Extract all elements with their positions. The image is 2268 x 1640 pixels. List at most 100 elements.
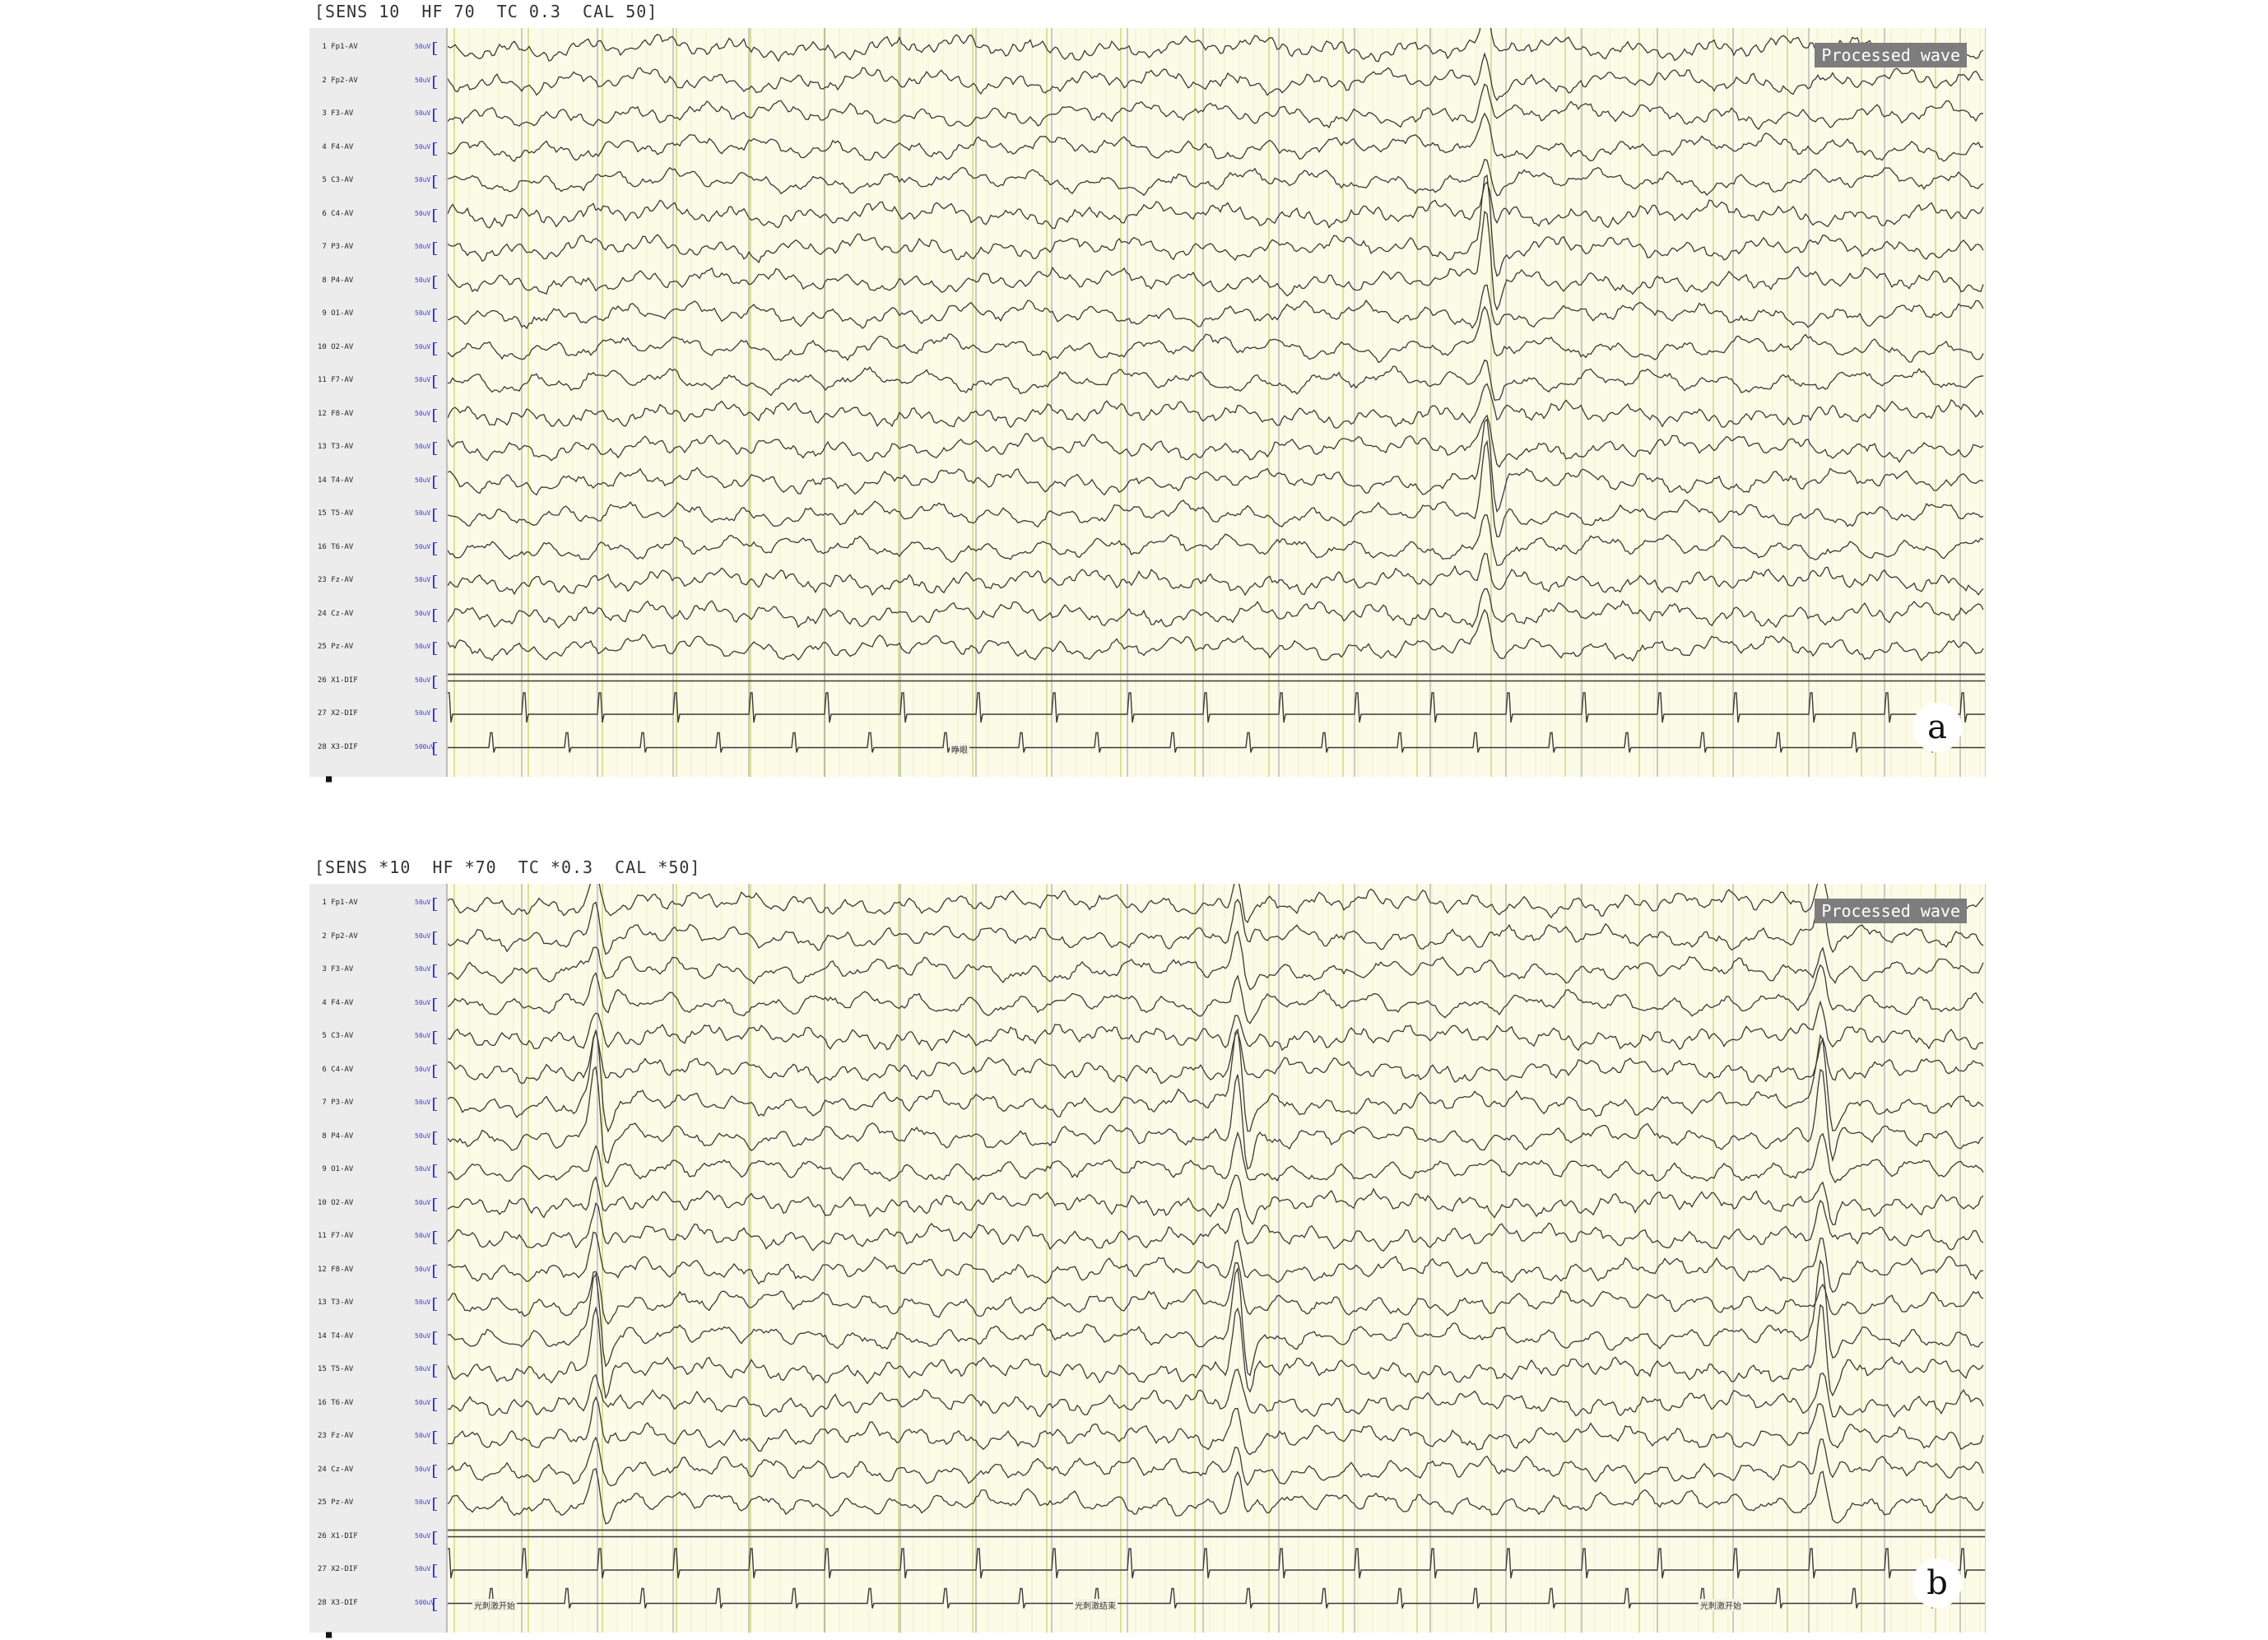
channel-sensitivity: 50uV xyxy=(415,309,431,317)
channel-sensitivity: 50uV xyxy=(415,998,431,1006)
channel-sensitivity: 50uV xyxy=(415,1065,431,1073)
calibration-bracket xyxy=(433,642,437,655)
calibration-bracket xyxy=(433,608,437,622)
channel-label: 12 F8-AV xyxy=(318,409,354,418)
channel-sensitivity: 50uV xyxy=(415,676,431,684)
calibration-bracket xyxy=(433,1164,437,1178)
channel-sensitivity: 50uV xyxy=(415,1331,431,1340)
channel-sensitivity: 50uV xyxy=(415,1131,431,1140)
channel-sensitivity: 50uV xyxy=(415,1265,431,1273)
eeg-trace xyxy=(448,608,1984,662)
eeg-trace xyxy=(448,930,1984,991)
calibration-bracket xyxy=(433,1031,437,1044)
eeg-panel-b: [SENS *10 HF *70 TC *0.3 CAL *50] 1 Fp1-… xyxy=(309,856,1990,1640)
channel-label: 28 X3-DIF xyxy=(318,1598,358,1607)
channel-label: 13 T3-AV xyxy=(318,1299,354,1307)
channel-sensitivity: 50uV xyxy=(415,43,431,50)
calibration-bracket xyxy=(433,1131,437,1145)
calibration-bracket xyxy=(433,1098,437,1111)
calibration-bracket xyxy=(433,375,437,388)
channel-label: 6 C4-AV xyxy=(318,1065,354,1074)
channel-label: 11 F7-AV xyxy=(318,376,354,384)
channel-label: 7 P3-AV xyxy=(318,1099,354,1107)
calibration-bracket xyxy=(433,931,437,945)
calibration-bracket xyxy=(433,1364,437,1378)
channel-label: 12 F8-AV xyxy=(318,1265,354,1274)
eeg-trace xyxy=(448,514,1984,566)
channel-label: 10 O2-AV xyxy=(318,1198,354,1207)
calibration-bracket xyxy=(433,109,437,122)
eeg-trace xyxy=(448,284,1984,330)
channel-label: 25 Pz-AV xyxy=(318,643,354,651)
calibration-bracket xyxy=(433,1331,437,1345)
eeg-trace xyxy=(448,1259,1984,1377)
channel-sensitivity: 50uV xyxy=(415,476,431,484)
ecg-trace xyxy=(448,1587,1985,1609)
calibration-bracket xyxy=(433,964,437,978)
eeg-trace xyxy=(448,588,1984,629)
channel-label: 28 X3-DIF xyxy=(318,742,358,751)
channel-sensitivity: 50uV xyxy=(415,409,431,417)
channel-sensitivity: 50uV xyxy=(415,209,431,217)
event-annotation: 光刺激结束 xyxy=(1073,1598,1118,1611)
channel-label: 23 Fz-AV xyxy=(318,576,354,584)
channel-label: 1 Fp1-AV xyxy=(318,43,358,51)
eeg-trace xyxy=(448,1028,1984,1133)
channel-label: 5 C3-AV xyxy=(318,1032,354,1040)
channel-label: 3 F3-AV xyxy=(318,965,354,973)
calibration-bracket xyxy=(433,1564,437,1577)
settings-readout: [SENS *10 HF *70 TC *0.3 CAL *50] xyxy=(314,857,701,877)
eeg-waveforms xyxy=(448,884,1985,1633)
calibration-bracket xyxy=(433,741,437,755)
processed-wave-badge: Processed wave xyxy=(1815,43,1967,67)
calibration-bracket xyxy=(433,242,437,255)
calibration-bracket xyxy=(433,1197,437,1211)
channel-sensitivity: 50uV xyxy=(415,899,431,906)
channel-label: 9 O1-AV xyxy=(318,1165,354,1173)
channel-label: 13 T3-AV xyxy=(318,443,354,451)
channel-label: 14 T4-AV xyxy=(318,1331,354,1340)
channel-label: 16 T6-AV xyxy=(318,1398,354,1407)
channel-sensitivity: 50uV xyxy=(415,1498,431,1506)
channel-sensitivity: 50uV xyxy=(415,1565,431,1573)
aux-trace xyxy=(448,1548,1985,1579)
calibration-bracket xyxy=(433,208,437,222)
calibration-bracket xyxy=(433,341,437,355)
settings-readout: [SENS 10 HF 70 TC 0.3 CAL 50] xyxy=(314,2,658,21)
channel-sensitivity: 50uV xyxy=(415,1198,431,1206)
channel-label: 27 X2-DIF xyxy=(318,709,358,718)
waveform-area[interactable]: Processed wave a 睁眼 xyxy=(448,28,1986,777)
channel-sensitivity: 50uV xyxy=(415,76,431,84)
channel-label: 11 F7-AV xyxy=(318,1232,354,1240)
end-marker: ■ xyxy=(326,1628,332,1640)
calibration-bracket xyxy=(433,175,437,188)
channel-label: 7 P3-AV xyxy=(318,243,354,251)
waveform-area[interactable]: Processed wave b 光刺激开始 光刺激结束 光刺激开始 xyxy=(448,884,1986,1633)
channel-label: 1 Fp1-AV xyxy=(318,899,358,907)
end-marker: ■ xyxy=(326,773,332,784)
channel-sensitivity: 50uV xyxy=(415,1398,431,1406)
channel-sensitivity: 50uV xyxy=(415,1531,431,1540)
channel-label: 10 O2-AV xyxy=(318,342,354,351)
eeg-trace xyxy=(448,1174,1984,1225)
channel-label: 26 X1-DIF xyxy=(318,676,358,685)
calibration-bracket xyxy=(433,1531,437,1545)
ecg-trace xyxy=(448,732,1985,753)
channel-label: 9 O1-AV xyxy=(318,309,354,318)
channel-sensitivity: 50uV xyxy=(415,709,431,717)
channel-label: 23 Fz-AV xyxy=(318,1432,354,1440)
eeg-trace xyxy=(448,964,1984,1024)
calibration-bracket xyxy=(433,997,437,1011)
calibration-bracket xyxy=(433,142,437,156)
event-annotation: 光刺激开始 xyxy=(472,1598,517,1611)
channel-label: 4 F4-AV xyxy=(318,142,354,151)
calibration-bracket xyxy=(433,541,437,555)
eeg-trace xyxy=(448,1131,1984,1187)
channel-sensitivity: 50uV xyxy=(415,576,431,583)
calibration-bracket xyxy=(433,408,437,422)
eeg-trace xyxy=(448,418,1984,513)
channel-label: 15 T5-AV xyxy=(318,509,354,518)
eeg-trace xyxy=(448,359,1984,402)
channel-sensitivity: 50uV xyxy=(415,542,431,551)
channel-sensitivity: 50uV xyxy=(415,932,431,940)
